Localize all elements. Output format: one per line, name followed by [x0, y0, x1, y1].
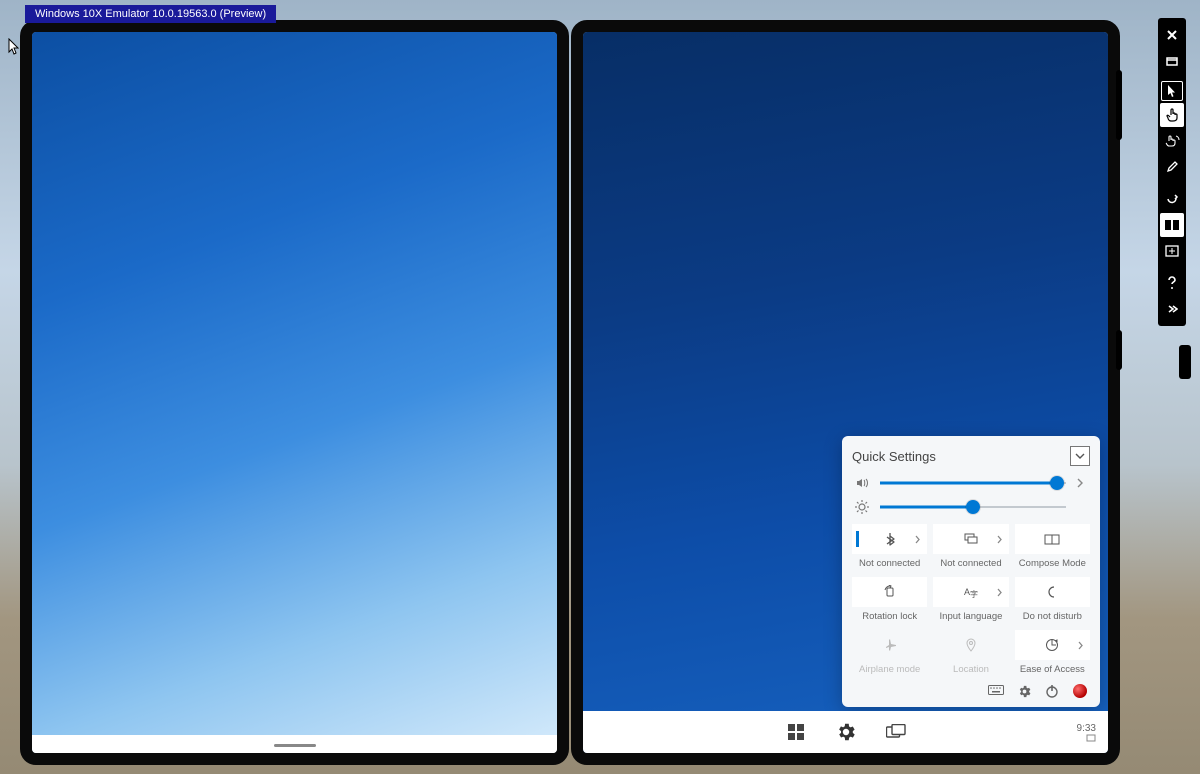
tile-dnd[interactable]	[1015, 577, 1090, 607]
clock-time: 9:33	[1077, 723, 1096, 734]
start-icon[interactable]	[785, 721, 807, 743]
bluetooth-icon	[884, 532, 896, 546]
more-icon	[1166, 303, 1178, 315]
tile-label-wifi: Not connected	[933, 558, 1008, 569]
tile-label-input_lang: Input language	[933, 611, 1008, 622]
tile-label-airplane: Airplane mode	[852, 664, 927, 675]
pen-button[interactable]	[1160, 155, 1184, 179]
quick-settings-grid: Not connected Not connected Compose Mode A字…	[852, 524, 1090, 677]
chevron-right-icon	[1077, 641, 1084, 650]
taskbar-clock[interactable]: 9:33	[1077, 723, 1096, 742]
chevron-down-icon	[1075, 451, 1085, 461]
brightness-icon	[854, 500, 870, 514]
tile-label-rotation: Rotation lock	[852, 611, 927, 622]
pointer-button[interactable]	[1161, 81, 1183, 101]
tile-label-bluetooth: Not connected	[852, 558, 927, 569]
brightness-slider[interactable]	[880, 500, 1066, 514]
taskbar: 9:33	[583, 711, 1108, 753]
right-screen[interactable]: Quick Settings	[571, 20, 1120, 765]
tile-rotation[interactable]	[852, 577, 927, 607]
chevron-right-icon	[914, 535, 921, 544]
emulator-rail	[1179, 345, 1191, 379]
compose-icon	[1044, 533, 1060, 545]
quick-settings-title: Quick Settings	[852, 449, 936, 464]
emulator-toolbar	[1158, 18, 1186, 326]
multi-touch-button[interactable]	[1160, 129, 1184, 153]
chevron-right-icon	[996, 588, 1003, 597]
fit-button[interactable]	[1160, 239, 1184, 263]
home-indicator[interactable]	[274, 744, 316, 747]
volume-expand[interactable]	[1076, 478, 1088, 488]
pointer-icon	[1167, 84, 1177, 98]
gear-icon[interactable]	[1016, 683, 1032, 699]
close-button[interactable]	[1160, 23, 1184, 47]
tile-label-ease: Ease of Access	[1015, 664, 1090, 675]
tile-label-compose: Compose Mode	[1015, 558, 1090, 569]
network-icon	[963, 533, 979, 545]
tile-location	[933, 630, 1008, 660]
volume-slider[interactable]	[880, 476, 1066, 490]
device-edge	[1116, 70, 1122, 140]
record-icon[interactable]	[1072, 683, 1088, 699]
device-edge	[1116, 330, 1122, 370]
span-button[interactable]	[1160, 213, 1184, 237]
tile-ease[interactable]	[1015, 630, 1090, 660]
cursor-icon	[8, 38, 20, 56]
rotate-icon	[1165, 192, 1179, 206]
power-icon[interactable]	[1044, 683, 1060, 699]
tile-wifi[interactable]	[933, 524, 1008, 554]
chevron-right-icon	[996, 535, 1003, 544]
fit-icon	[1165, 245, 1179, 257]
brightness-row	[852, 500, 1090, 514]
language-icon: A字	[964, 586, 978, 598]
quick-settings-panel: Quick Settings	[842, 436, 1100, 707]
keyboard-icon[interactable]	[988, 683, 1004, 699]
hand-multi-icon	[1164, 134, 1180, 148]
tile-label-dnd: Do not disturb	[1015, 611, 1090, 622]
tile-bluetooth[interactable]	[852, 524, 927, 554]
volume-row	[852, 476, 1090, 490]
dual-screen-device: Quick Settings	[20, 20, 1120, 765]
pen-icon	[1166, 161, 1178, 173]
help-button[interactable]	[1160, 271, 1184, 295]
left-screen[interactable]	[20, 20, 569, 765]
single-touch-button[interactable]	[1160, 103, 1184, 127]
airplane-icon	[883, 638, 897, 652]
svg-text:字: 字	[970, 589, 978, 598]
volume-icon	[854, 476, 870, 490]
hand-point-icon	[1165, 108, 1179, 122]
emulator-title: Windows 10X Emulator 10.0.19563.0 (Previ…	[25, 5, 276, 23]
location-icon	[965, 638, 977, 652]
minimize-button[interactable]	[1160, 49, 1184, 73]
help-icon	[1167, 276, 1177, 290]
quick-settings-footer	[852, 683, 1090, 699]
tile-label-location: Location	[933, 664, 1008, 675]
rotate-button[interactable]	[1160, 187, 1184, 211]
rotation-icon	[883, 585, 897, 599]
close-icon	[1166, 29, 1178, 41]
gear-icon[interactable]	[835, 721, 857, 743]
collapse-button[interactable]	[1070, 446, 1090, 466]
minimize-icon	[1165, 55, 1179, 67]
tile-input_lang[interactable]: A字	[933, 577, 1008, 607]
tile-compose[interactable]	[1015, 524, 1090, 554]
span-icon	[1164, 219, 1180, 231]
tile-airplane	[852, 630, 927, 660]
ease-icon	[1045, 638, 1059, 652]
more-button[interactable]	[1160, 297, 1184, 321]
task-view-icon[interactable]	[885, 721, 907, 743]
moon-icon	[1046, 586, 1058, 598]
